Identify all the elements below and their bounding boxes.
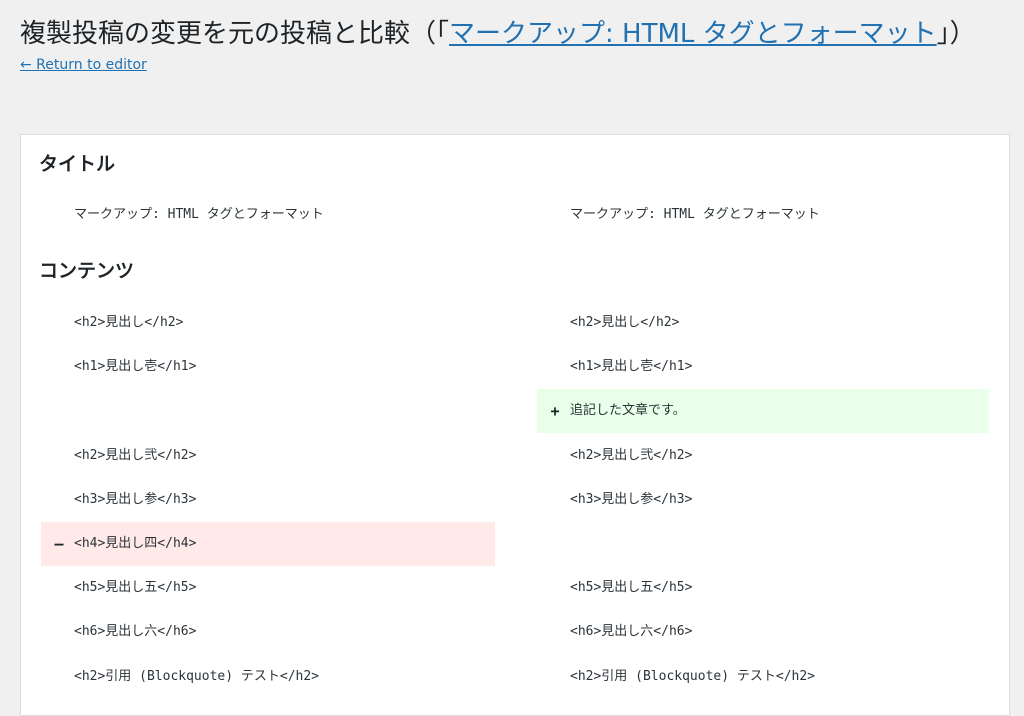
page-title-suffix: 」） <box>936 19 976 49</box>
added-sign-icon: + <box>550 402 560 421</box>
diff-cell-left <box>41 389 495 433</box>
return-to-editor-link[interactable]: ← Return to editor <box>20 57 147 73</box>
diff-cell-right <box>537 522 989 566</box>
diff-line-text: <h5>見出し五</h5> <box>74 580 197 596</box>
diff-line-text: <h2>見出し</h2> <box>74 315 184 330</box>
title-new-text: マークアップ: HTML タグとフォーマット <box>570 207 820 222</box>
content-section-heading: コンテンツ <box>39 260 135 282</box>
diff-cell-left: <h6>見出し六</h6> <box>41 610 495 654</box>
diff-line-text: <h2>引用 (Blockquote) テスト</h2> <box>74 668 320 684</box>
title-diff-row: マークアップ: HTML タグとフォーマット マークアップ: HTML タグとフ… <box>21 193 1009 237</box>
diff-cell-left: <h2>引用 (Blockquote) テスト</h2> <box>41 655 495 699</box>
diff-cell-right: <h2>見出し弐</h2> <box>537 434 989 478</box>
title-section-heading: タイトル <box>39 153 116 175</box>
page-title: 複製投稿の変更を元の投稿と比較（「マークアップ: HTML タグとフォーマット」… <box>20 14 976 54</box>
diff-line-text: <h6>見出し六</h6> <box>74 624 197 640</box>
diff-cell-right: + 追記した文章です。 <box>537 389 989 434</box>
diff-cell-left: <h5>見出し五</h5> <box>41 566 495 610</box>
diff-line-text: <h2>見出し弐</h2> <box>74 447 197 463</box>
diff-cell-right: <h2>引用 (Blockquote) テスト</h2> <box>537 655 989 699</box>
title-diff-right: マークアップ: HTML タグとフォーマット <box>537 193 989 237</box>
diff-line-text: <h2>見出し</h2> <box>570 315 680 330</box>
title-old-text: マークアップ: HTML タグとフォーマット <box>74 207 324 222</box>
diff-row: <h2>見出し</h2> <h2>見出し</h2> <box>21 301 1009 345</box>
diff-row: <h2>見出し弐</h2> <h2>見出し弐</h2> <box>21 434 1009 478</box>
diff-cell-left: <h1>見出し壱</h1> <box>41 345 495 389</box>
deleted-sign-icon: – <box>54 535 64 553</box>
diff-cell-right: <h3>見出し参</h3> <box>537 478 989 522</box>
diff-cell-right: <h6>見出し六</h6> <box>537 610 989 654</box>
diff-line-text: <h2>引用 (Blockquote) テスト</h2> <box>570 668 816 684</box>
diff-line-text: 追記した文章です。 <box>570 403 686 419</box>
title-diff-left: マークアップ: HTML タグとフォーマット <box>41 193 495 237</box>
diff-line-text: <h3>見出し参</h3> <box>74 491 197 507</box>
diff-row: <h5>見出し五</h5> <h5>見出し五</h5> <box>21 566 1009 610</box>
diff-cell-left: <h2>見出し弐</h2> <box>41 434 495 478</box>
diff-row: <h3>見出し参</h3> <h3>見出し参</h3> <box>21 478 1009 522</box>
diff-line-text: <h1>見出し壱</h1> <box>74 359 197 375</box>
diff-cell-left: <h3>見出し参</h3> <box>41 478 495 522</box>
page-title-prefix: 複製投稿の変更を元の投稿と比較（「 <box>20 19 450 49</box>
diff-line-text: <h3>見出し参</h3> <box>570 491 693 507</box>
diff-line-text: <h5>見出し五</h5> <box>570 580 693 596</box>
post-title-link[interactable]: マークアップ: HTML タグとフォーマット <box>449 19 937 49</box>
diff-cell-right: <h2>見出し</h2> <box>537 301 989 345</box>
diff-cell-left: <h2>見出し</h2> <box>41 301 495 345</box>
diff-cell-right: <h5>見出し五</h5> <box>537 566 989 610</box>
diff-line-text: <h6>見出し六</h6> <box>570 624 693 640</box>
diff-line-text: <h2>見出し弐</h2> <box>570 447 693 463</box>
diff-row: <h1>見出し壱</h1> <h1>見出し壱</h1> <box>21 345 1009 389</box>
diff-cell-left: – <h4>見出し四</h4> <box>41 522 495 566</box>
page-header: 複製投稿の変更を元の投稿と比較（「マークアップ: HTML タグとフォーマット」… <box>20 14 976 73</box>
diff-row: <h2>引用 (Blockquote) テスト</h2> <h2>引用 (Bloc… <box>21 655 1009 699</box>
diff-row: <h6>見出し六</h6> <h6>見出し六</h6> <box>21 610 1009 654</box>
diff-line-text: <h1>見出し壱</h1> <box>570 359 693 375</box>
diff-line-text: <h4>見出し四</h4> <box>74 536 197 551</box>
diff-row: – <h4>見出し四</h4> <box>21 522 1009 566</box>
revision-diff-panel: タイトル マークアップ: HTML タグとフォーマット マークアップ: HTML… <box>20 134 1010 716</box>
diff-cell-right: <h1>見出し壱</h1> <box>537 345 989 389</box>
diff-row: + 追記した文章です。 <box>21 389 1009 434</box>
